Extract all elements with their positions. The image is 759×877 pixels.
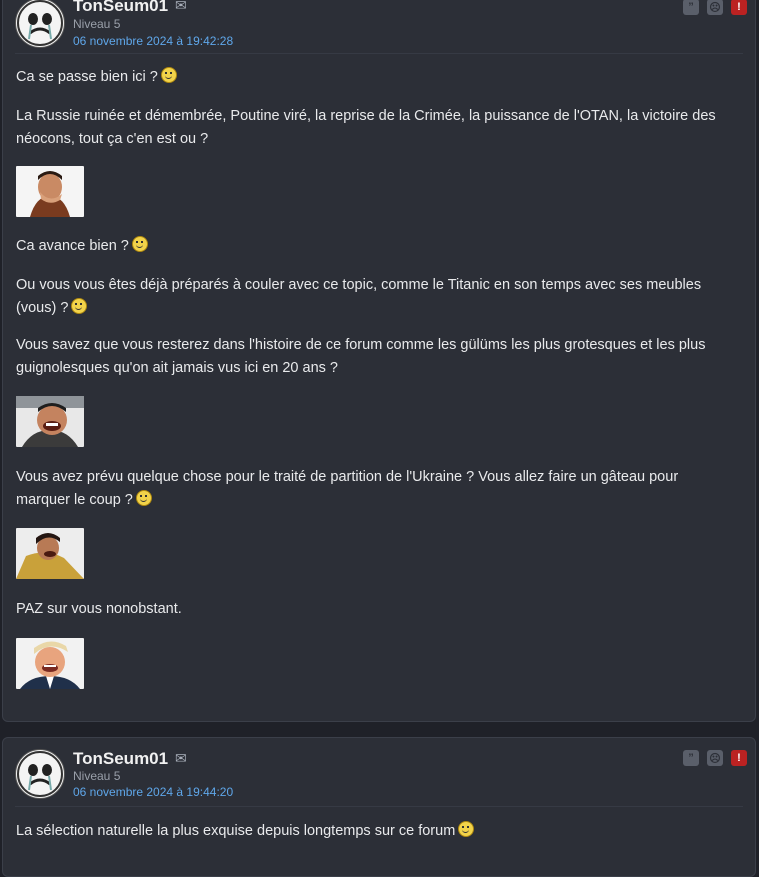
- post-date-link[interactable]: 06 novembre 2024 à 19:42:28: [73, 34, 233, 48]
- forum-post: TonSeum01 ✉ Niveau 5 06 novembre 2024 à …: [2, 0, 756, 722]
- post-paragraph: Ou vous vous êtes déjà préparés à couler…: [16, 277, 702, 316]
- post-paragraph: La Russie ruinée et démembrée, Poutine v…: [16, 108, 716, 147]
- post-paragraph: PAZ sur vous nonobstant.: [16, 601, 182, 617]
- sticker-trump-laugh[interactable]: [16, 638, 84, 689]
- alert-icon[interactable]: !: [731, 0, 747, 15]
- user-avatar[interactable]: [15, 0, 65, 48]
- user-level: Niveau 5: [73, 769, 121, 783]
- post-paragraph: Vous avez prévu quelque chose pour le tr…: [16, 469, 679, 508]
- sticker-facepalm[interactable]: [16, 166, 84, 217]
- user-level: Niveau 5: [73, 17, 121, 31]
- header-divider: [15, 53, 743, 54]
- grin-smiley-icon: [458, 821, 475, 837]
- quote-icon[interactable]: ”: [683, 0, 699, 15]
- mail-icon[interactable]: ✉: [175, 750, 187, 767]
- forum-post: TonSeum01 ✉ Niveau 5 06 novembre 2024 à …: [2, 737, 756, 877]
- smiley-icon: [135, 489, 152, 506]
- post-paragraph: Vous savez que vous resterez dans l'hist…: [16, 337, 706, 376]
- post-date-link[interactable]: 06 novembre 2024 à 19:44:20: [73, 785, 233, 799]
- sticker-risitas-laugh[interactable]: [16, 396, 84, 447]
- post-paragraph: Ca se passe bien ici ?: [16, 66, 736, 89]
- sad-face-icon[interactable]: ☹: [707, 0, 723, 15]
- smiley-icon: [71, 297, 88, 314]
- alert-icon[interactable]: !: [731, 750, 747, 766]
- username-link[interactable]: TonSeum01: [73, 0, 168, 16]
- username-link[interactable]: TonSeum01: [73, 749, 168, 769]
- user-avatar[interactable]: [15, 749, 65, 799]
- smiley-icon: [160, 67, 177, 83]
- quote-icon[interactable]: ”: [683, 750, 699, 766]
- header-divider: [15, 806, 743, 807]
- sad-face-icon[interactable]: ☹: [707, 750, 723, 766]
- smiley-icon: [131, 236, 148, 252]
- post-paragraph: Ca avance bien ?: [16, 235, 736, 258]
- mail-icon[interactable]: ✉: [175, 0, 187, 14]
- post-paragraph: La sélection naturelle la plus exquise d…: [16, 820, 736, 843]
- sticker-risitas-bent[interactable]: [16, 528, 84, 579]
